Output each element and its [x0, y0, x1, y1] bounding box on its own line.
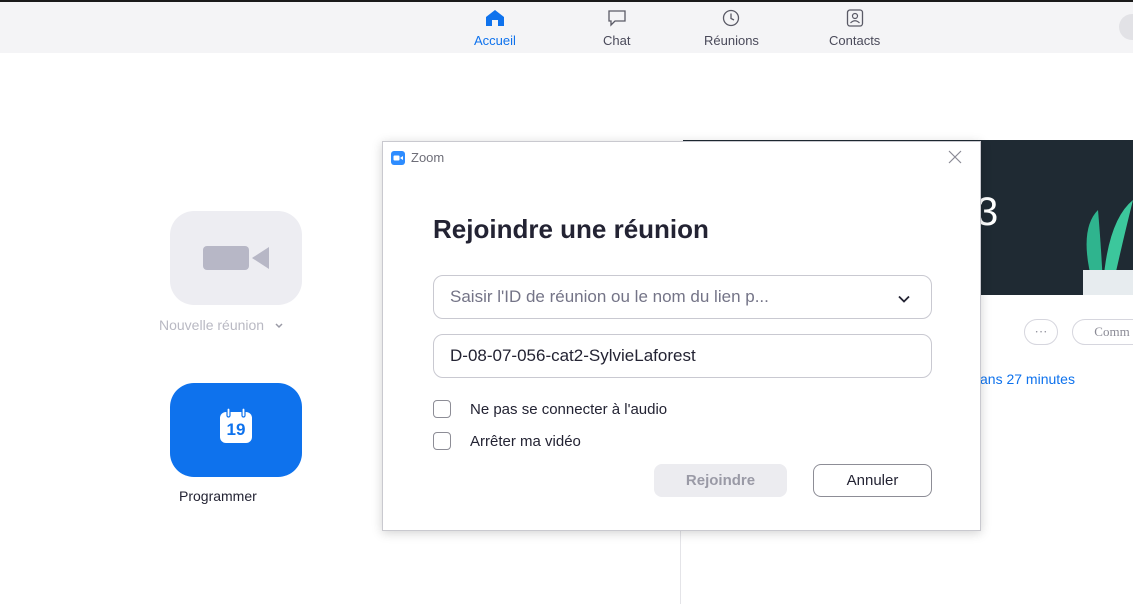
meeting-id-input[interactable]: Saisir l'ID de réunion ou le nom du lien… [433, 275, 932, 319]
home-icon [484, 8, 506, 28]
stop-video-label: Arrêter ma vidéo [470, 432, 581, 450]
dialog-heading: Rejoindre une réunion [433, 214, 709, 244]
nav-tab-contacts[interactable]: Contacts [829, 8, 880, 48]
join-button-label: Rejoindre [685, 472, 756, 489]
avatar[interactable] [1119, 14, 1133, 40]
cancel-button-label: Annuler [846, 472, 899, 489]
meeting-countdown: ans 27 minutes [980, 371, 1075, 387]
clock-icon [720, 8, 742, 28]
nav-tab-chat[interactable]: Chat [603, 8, 630, 48]
stop-video-option[interactable]: Arrêter ma vidéo [433, 432, 581, 450]
video-camera-icon [203, 245, 269, 276]
no-audio-checkbox[interactable] [433, 400, 451, 418]
chevron-down-icon [274, 317, 284, 333]
more-options-label: ··· [1034, 324, 1048, 339]
cancel-button[interactable]: Annuler [813, 464, 932, 497]
zoom-client-window: Accueil Chat Réunions Contacts Nouvelle … [0, 0, 1133, 604]
nav-label: Accueil [474, 33, 516, 48]
dialog-window-title: Zoom [411, 150, 445, 165]
schedule-button[interactable]: 19 [170, 383, 302, 477]
contacts-icon [844, 8, 866, 28]
stop-video-checkbox[interactable] [433, 432, 451, 450]
display-name-value: D-08-07-056-cat2-SylvieLaforest [450, 346, 696, 365]
no-audio-label: Ne pas se connecter à l'audio [470, 400, 668, 418]
schedule-label: Programmer [179, 488, 257, 504]
start-meeting-label: Comm [1094, 324, 1130, 339]
new-meeting-label[interactable]: Nouvelle réunion [159, 317, 284, 333]
display-name-input[interactable]: D-08-07-056-cat2-SylvieLaforest [433, 334, 932, 378]
zoom-logo-icon [391, 150, 405, 165]
meeting-id-placeholder: Saisir l'ID de réunion ou le nom du lien… [450, 287, 769, 306]
close-icon[interactable] [946, 148, 964, 166]
join-meeting-dialog: Zoom Rejoindre une réunion Saisir l'ID d… [382, 141, 981, 531]
nav-tab-reunions[interactable]: Réunions [704, 8, 759, 48]
nav-tab-accueil[interactable]: Accueil [474, 8, 516, 48]
divider [680, 530, 681, 604]
no-audio-option[interactable]: Ne pas se connecter à l'audio [433, 400, 667, 418]
chevron-down-icon[interactable] [897, 291, 911, 305]
calendar-icon: 19 [218, 407, 254, 445]
join-button[interactable]: Rejoindre [654, 464, 787, 497]
start-meeting-button[interactable]: Comm [1072, 319, 1133, 345]
calendar-day: 19 [226, 420, 246, 439]
nav-label: Réunions [704, 33, 759, 48]
nav-label: Chat [603, 33, 631, 48]
chat-icon [606, 8, 628, 28]
nav-label: Contacts [829, 33, 881, 48]
new-meeting-button[interactable] [170, 211, 302, 305]
dialog-titlebar: Zoom [391, 150, 444, 165]
top-nav-bar: Accueil Chat Réunions Contacts [0, 0, 1133, 53]
plant-icon [1073, 190, 1133, 295]
new-meeting-text: Nouvelle réunion [159, 317, 265, 333]
more-options-button[interactable]: ··· [1024, 319, 1058, 345]
